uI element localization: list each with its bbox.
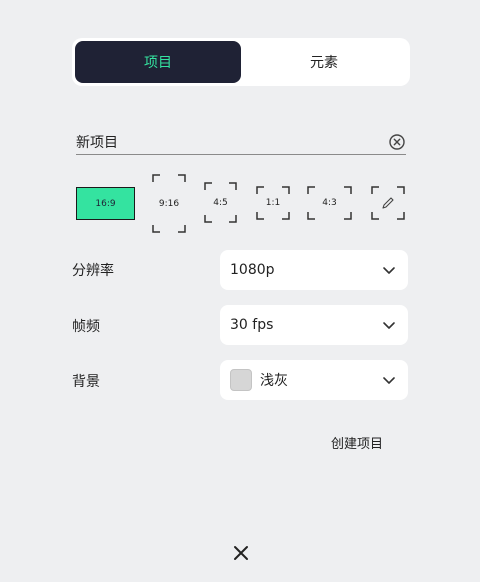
- tab-project[interactable]: 项目: [75, 41, 241, 83]
- mode-tabs: 项目 元素: [72, 38, 410, 86]
- chevron-down-icon: [383, 322, 395, 329]
- frame-rate-label: 帧频: [72, 319, 100, 335]
- create-project-button[interactable]: 创建项目: [331, 433, 383, 452]
- ratio-custom[interactable]: [371, 186, 405, 220]
- ratio-1-1[interactable]: 1:1: [256, 186, 290, 220]
- ratio-4-3[interactable]: 4:3: [307, 186, 352, 220]
- pencil-icon: [382, 197, 394, 209]
- ratio-label: 4:3: [322, 198, 337, 208]
- resolution-select[interactable]: 1080p: [220, 250, 408, 290]
- ratio-label: 1:1: [265, 198, 281, 208]
- frame-rate-select[interactable]: 30 fps: [220, 305, 408, 345]
- background-select[interactable]: 浅灰: [220, 360, 408, 400]
- tab-elements[interactable]: 元素: [241, 41, 407, 83]
- project-name-input[interactable]: [76, 133, 388, 150]
- background-label: 背景: [72, 374, 100, 390]
- resolution-value: 1080p: [230, 262, 275, 278]
- chevron-down-icon: [383, 267, 395, 274]
- ratio-9-16[interactable]: 9:16: [152, 174, 186, 233]
- close-icon: [234, 546, 248, 560]
- close-button[interactable]: [228, 540, 254, 566]
- ratio-16-9[interactable]: 16:9: [76, 187, 135, 220]
- ratio-label: 4:5: [213, 197, 228, 208]
- project-name-field: [76, 129, 406, 155]
- color-swatch: [230, 369, 252, 391]
- clear-icon[interactable]: [388, 133, 406, 151]
- frame-rate-value: 30 fps: [230, 317, 274, 333]
- resolution-label: 分辨率: [72, 263, 114, 279]
- ratio-label: 16:9: [95, 198, 116, 209]
- background-value: 浅灰: [260, 373, 288, 389]
- ratio-label: 9:16: [158, 198, 180, 209]
- ratio-4-5[interactable]: 4:5: [204, 182, 237, 223]
- chevron-down-icon: [383, 377, 395, 384]
